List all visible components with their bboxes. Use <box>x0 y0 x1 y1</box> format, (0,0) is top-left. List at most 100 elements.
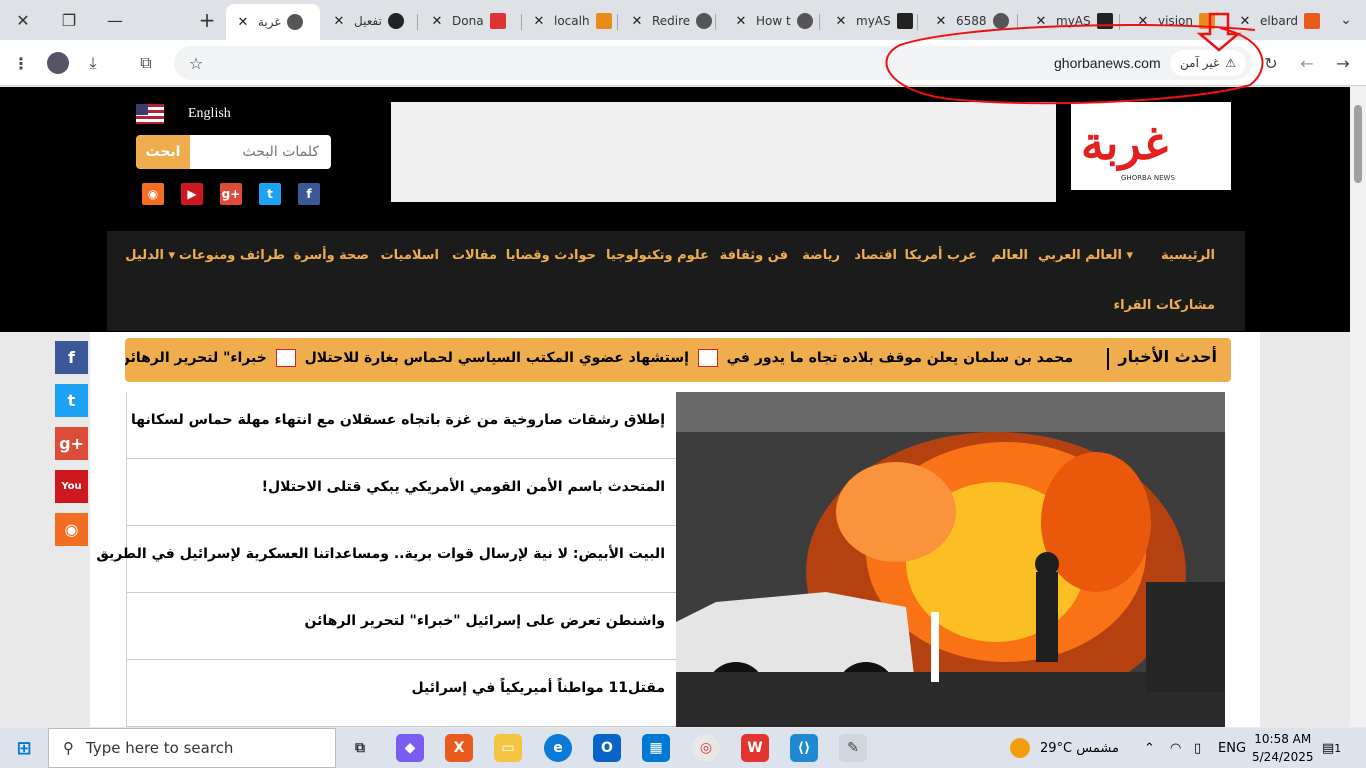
tab[interactable]: ✕ myAS <box>832 6 918 36</box>
tab-active[interactable]: ✕ غربة <box>226 4 320 40</box>
nav-arab-america[interactable]: عرب أمريكا <box>905 248 977 263</box>
nav-economy[interactable]: اقتصاد <box>854 248 897 263</box>
close-tab-icon[interactable]: ✕ <box>1032 14 1050 29</box>
nav-art-culture[interactable]: فن وثقافة <box>720 248 788 263</box>
tab[interactable]: ✕ vision <box>1134 6 1228 36</box>
nav-islamic[interactable]: اسلاميات <box>381 248 439 263</box>
twitter-icon[interactable]: t <box>259 183 281 205</box>
language-switch[interactable]: English <box>136 104 231 124</box>
battery-icon[interactable]: ▯ <box>1194 728 1201 768</box>
youtube-icon[interactable]: You <box>55 470 88 503</box>
google-plus-icon[interactable]: g+ <box>220 183 242 205</box>
nav-incidents[interactable]: حوادث وقضايا <box>506 248 596 263</box>
profile-avatar[interactable] <box>45 50 71 76</box>
page-scrollbar[interactable] <box>1350 87 1366 727</box>
file-explorer-icon[interactable]: ▭ <box>494 734 522 762</box>
tab[interactable]: ✕ localh <box>530 6 618 36</box>
nav-misc[interactable]: طرائف ومنوعات <box>179 248 285 263</box>
restore-window-icon[interactable]: ❐ <box>46 0 92 40</box>
floating-social: f t g+ You ◉ <box>55 341 88 556</box>
headline-item[interactable]: واشنطن تعرض على إسرائيل "خبراء" لتحرير ا… <box>127 593 676 660</box>
rss-icon[interactable]: ◉ <box>142 183 164 205</box>
close-tab-icon[interactable]: ✕ <box>932 14 950 29</box>
vscode-icon[interactable]: ⟨⟩ <box>790 734 818 762</box>
close-tab-icon[interactable]: ✕ <box>1236 14 1254 29</box>
search-button[interactable]: ابحث <box>136 135 190 169</box>
clock[interactable]: 10:58 AM 5/24/2025 <box>1252 730 1314 766</box>
url-text[interactable]: ghorbanews.com <box>1054 55 1161 71</box>
taskbar-search[interactable]: ⚲ Type here to search <box>48 728 336 768</box>
copilot-icon[interactable]: ◆ <box>396 734 424 762</box>
nav-sports[interactable]: رياضة <box>802 248 840 263</box>
minimize-window-icon[interactable]: — <box>92 0 138 40</box>
outlook-icon[interactable]: O <box>593 734 621 762</box>
close-tab-icon[interactable]: ✕ <box>330 14 348 29</box>
close-tab-icon[interactable]: ✕ <box>234 15 252 30</box>
twitter-icon[interactable]: t <box>55 384 88 417</box>
facebook-icon[interactable]: f <box>55 341 88 374</box>
tab[interactable]: ✕ تفعيل <box>330 6 418 36</box>
security-chip[interactable]: غير آمن ⚠ <box>1170 50 1246 76</box>
close-tab-icon[interactable]: ✕ <box>628 14 646 29</box>
headline-item[interactable]: إطلاق رشقات صاروخية من غزة باتجاه عسقلان… <box>127 392 676 459</box>
nav-science-tech[interactable]: علوم وتكنولوجيا <box>606 248 709 263</box>
taskbar: ⊞ ⚲ Type here to search ⧉ ◆ X ▭ e O ▦ ◎ … <box>0 728 1366 768</box>
close-tab-icon[interactable]: ✕ <box>1134 14 1152 29</box>
headline-item[interactable]: البيت الأبيض: لا نية لإرسال قوات برية.. … <box>96 526 676 593</box>
tab[interactable]: ✕ Dona <box>428 6 522 36</box>
main-nav: الرئيسية العالم العربي ▾ العالم عرب أمري… <box>107 231 1245 331</box>
tab[interactable]: ✕ elbard <box>1236 6 1324 36</box>
reload-icon[interactable]: ↻ <box>1258 50 1284 76</box>
tab[interactable]: ✕ myAS <box>1032 6 1120 36</box>
wifi-icon[interactable]: ◠ <box>1170 728 1181 768</box>
menu-icon[interactable]: ⋮ <box>8 50 34 76</box>
tab[interactable]: ✕ Redire <box>628 6 716 36</box>
fire-scene-image <box>676 392 1225 727</box>
youtube-icon[interactable]: ▶ <box>181 183 203 205</box>
xampp-icon[interactable]: X <box>445 734 473 762</box>
nav-world[interactable]: العالم <box>991 248 1028 263</box>
back-icon[interactable]: ← <box>1294 50 1320 76</box>
edge-icon[interactable]: e <box>544 734 572 762</box>
nav-arab-world[interactable]: العالم العربي ▾ <box>1038 248 1133 263</box>
google-plus-icon[interactable]: g+ <box>55 427 88 460</box>
bookmark-star-icon[interactable]: ☆ <box>183 50 209 76</box>
close-tab-icon[interactable]: ✕ <box>832 14 850 29</box>
windows-start-icon[interactable]: ⊞ <box>10 734 38 762</box>
notification-icon[interactable]: ▤ 1 <box>1322 728 1341 768</box>
close-tab-icon[interactable]: ✕ <box>732 14 750 29</box>
wps-icon[interactable]: W <box>741 734 769 762</box>
close-tab-icon[interactable]: ✕ <box>428 14 446 29</box>
nav-health-family[interactable]: صحة وأسرة <box>294 248 369 263</box>
forward-icon[interactable]: → <box>1330 50 1356 76</box>
tab[interactable]: ✕ 6588 <box>932 6 1018 36</box>
pma-icon <box>595 13 612 29</box>
nav-articles[interactable]: مقالات <box>452 248 497 263</box>
nav-home[interactable]: الرئيسية <box>1161 248 1215 263</box>
tray-overflow-icon[interactable]: ⌃ <box>1144 728 1155 768</box>
close-window-icon[interactable]: ✕ <box>0 0 46 40</box>
store-icon[interactable]: ▦ <box>642 734 670 762</box>
paint-icon[interactable]: ✎ <box>839 734 867 762</box>
facebook-icon[interactable]: f <box>298 183 320 205</box>
hero-image[interactable] <box>676 392 1225 727</box>
rss-icon[interactable]: ◉ <box>55 513 88 546</box>
close-tab-icon[interactable]: ✕ <box>530 14 548 29</box>
download-icon[interactable]: ⤓ <box>80 50 106 76</box>
nav-directory[interactable]: الدليل ▾ <box>125 248 175 263</box>
weather-widget[interactable]: 29°C مشمس <box>1010 728 1119 768</box>
chrome-icon[interactable]: ◎ <box>692 734 720 762</box>
new-tab-icon[interactable]: + <box>184 0 230 40</box>
input-language[interactable]: ENG <box>1218 728 1246 768</box>
site-logo[interactable]: غربة GHORBA NEWS <box>1071 102 1231 190</box>
tab-search-icon[interactable]: ⌄ <box>1326 0 1366 40</box>
search-input[interactable] <box>190 135 331 169</box>
scrollbar-thumb[interactable] <box>1354 105 1362 183</box>
extensions-icon[interactable]: ⧉ <box>133 50 159 76</box>
headline-item[interactable]: المتحدث باسم الأمن القومي الأمريكي يبكي … <box>127 459 676 526</box>
headline-item[interactable]: مقتل11 مواطناً أميريكياً في إسرائيل <box>127 660 676 727</box>
tab[interactable]: ✕ How t <box>732 6 820 36</box>
task-view-icon[interactable]: ⧉ <box>346 734 374 762</box>
ticker-text[interactable]: محمد بن سلمان يعلن موقف بلاده تجاه ما يد… <box>125 349 1073 367</box>
nav-readers[interactable]: مشاركات القراء <box>1113 298 1215 313</box>
